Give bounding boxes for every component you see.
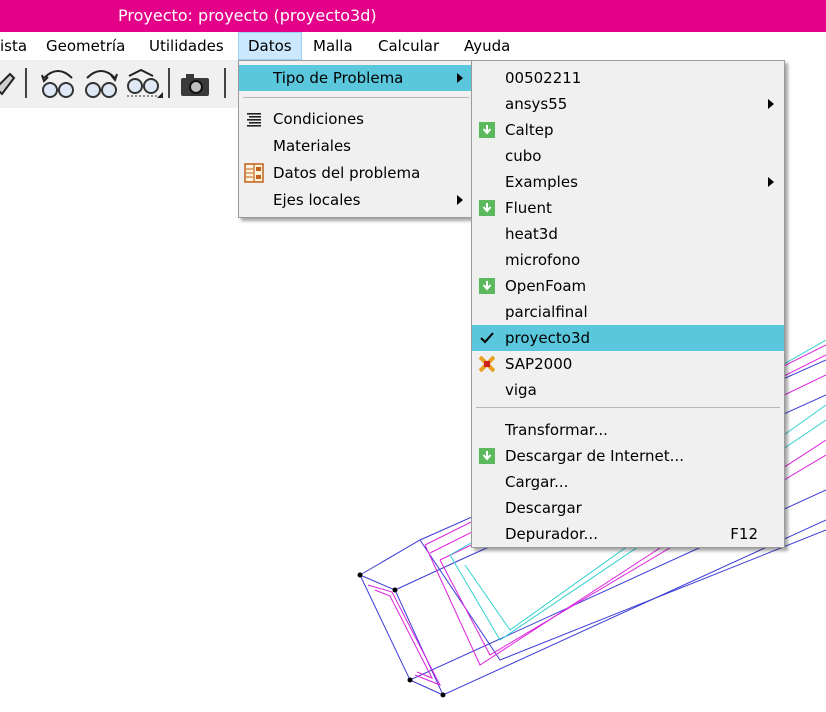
grid-glasses-icon[interactable] <box>123 66 165 102</box>
toolbar-separator <box>224 68 226 98</box>
download-green-icon <box>479 448 495 464</box>
menu-datos[interactable]: Datos <box>238 32 302 60</box>
submenu-arrow-icon <box>457 195 463 205</box>
menu-item-datos-del-problema[interactable]: Datos del problema <box>239 160 473 186</box>
menu-item-label: viga <box>505 381 537 399</box>
menu-item-depurador[interactable]: Depurador... F12 <box>472 521 784 547</box>
menu-ayuda[interactable]: Ayuda <box>464 32 510 60</box>
problem-type-item[interactable]: parcialfinal <box>472 299 784 325</box>
download-green-icon <box>479 122 495 138</box>
toolbar-separator <box>25 68 27 98</box>
toolbar <box>0 60 240 108</box>
rotate-glasses-icon[interactable] <box>81 66 121 102</box>
menu-item-transformar[interactable]: Transformar... <box>472 417 784 443</box>
menu-item-descargar-de-internet[interactable]: Descargar de Internet... <box>472 443 784 469</box>
menu-vista[interactable]: ista <box>0 32 27 60</box>
problem-type-item[interactable]: cubo <box>472 143 784 169</box>
menu-malla[interactable]: Malla <box>313 32 353 60</box>
menu-item-label: microfono <box>505 251 581 269</box>
menu-item-label: Transformar... <box>505 421 608 439</box>
menu-item-label: Examples <box>505 173 578 191</box>
problem-type-item[interactable]: OpenFoam <box>472 273 784 299</box>
menu-item-label: Depurador... <box>505 525 598 543</box>
menu-separator <box>243 97 469 98</box>
menu-item-label: OpenFoam <box>505 277 587 295</box>
menu-item-label: cubo <box>505 147 542 165</box>
problem-type-item[interactable]: Caltep <box>472 117 784 143</box>
menu-item-label: heat3d <box>505 225 558 243</box>
problem-type-item[interactable]: Examples <box>472 169 784 195</box>
shortcut-label: F12 <box>730 525 758 543</box>
menu-item-label: Datos del problema <box>273 164 421 182</box>
problem-type-item-selected[interactable]: proyecto3d <box>472 325 784 351</box>
menu-item-cargar[interactable]: Cargar... <box>472 469 784 495</box>
menu-item-materiales[interactable]: Materiales <box>239 133 473 159</box>
menu-bar: ista Geometría Utilidades Datos Malla Ca… <box>0 32 826 60</box>
menu-item-label: Materiales <box>273 137 351 155</box>
download-green-icon <box>479 278 495 294</box>
checkmark-icon <box>480 332 494 344</box>
menu-item-label: parcialfinal <box>505 303 588 321</box>
tipo-de-problema-submenu: 00502211 ansys55 Caltep cubo Examples Fl… <box>471 60 785 548</box>
menu-item-label: Descargar de Internet... <box>505 447 684 465</box>
zoom-glasses-icon[interactable] <box>38 66 78 102</box>
problem-type-item[interactable]: heat3d <box>472 221 784 247</box>
title-bar: Proyecto: proyecto (proyecto3d) <box>0 0 826 32</box>
menu-item-descargar[interactable]: Descargar <box>472 495 784 521</box>
problem-type-item[interactable]: SAP2000 <box>472 351 784 377</box>
submenu-arrow-icon <box>768 177 774 187</box>
menu-item-tipo-de-problema[interactable]: Tipo de Problema <box>239 65 473 91</box>
camera-icon[interactable] <box>178 66 214 102</box>
menu-item-label: Descargar <box>505 499 582 517</box>
toolbar-separator <box>168 68 170 98</box>
menu-item-label: Cargar... <box>505 473 569 491</box>
draw-icon[interactable] <box>0 66 20 102</box>
menu-utilidades[interactable]: Utilidades <box>149 32 224 60</box>
problem-type-item[interactable]: microfono <box>472 247 784 273</box>
menu-item-label: proyecto3d <box>505 329 591 347</box>
menu-item-label: Condiciones <box>273 110 364 128</box>
sap-x-icon <box>479 356 495 372</box>
menu-item-label: Caltep <box>505 121 554 139</box>
window-title: Proyecto: proyecto (proyecto3d) <box>118 6 377 25</box>
download-green-icon <box>479 200 495 216</box>
problem-data-icon <box>244 163 264 183</box>
conditions-list-icon <box>247 113 261 127</box>
menu-geometria[interactable]: Geometría <box>46 32 125 60</box>
menu-item-label: Ejes locales <box>273 191 361 209</box>
menu-separator <box>476 407 780 408</box>
menu-item-label: Tipo de Problema <box>273 69 404 87</box>
menu-item-label: 00502211 <box>505 69 582 87</box>
submenu-arrow-icon <box>768 99 774 109</box>
menu-calcular[interactable]: Calcular <box>378 32 439 60</box>
datos-menu: Tipo de Problema Condiciones Materiales … <box>238 60 474 218</box>
menu-item-label: SAP2000 <box>505 355 573 373</box>
problem-type-item[interactable]: Fluent <box>472 195 784 221</box>
menu-item-ejes-locales[interactable]: Ejes locales <box>239 187 473 213</box>
problem-type-item[interactable]: ansys55 <box>472 91 784 117</box>
menu-item-label: ansys55 <box>505 95 568 113</box>
submenu-arrow-icon <box>457 73 463 83</box>
problem-type-item[interactable]: 00502211 <box>472 65 784 91</box>
problem-type-item[interactable]: viga <box>472 377 784 403</box>
menu-item-condiciones[interactable]: Condiciones <box>239 106 473 132</box>
menu-item-label: Fluent <box>505 199 552 217</box>
